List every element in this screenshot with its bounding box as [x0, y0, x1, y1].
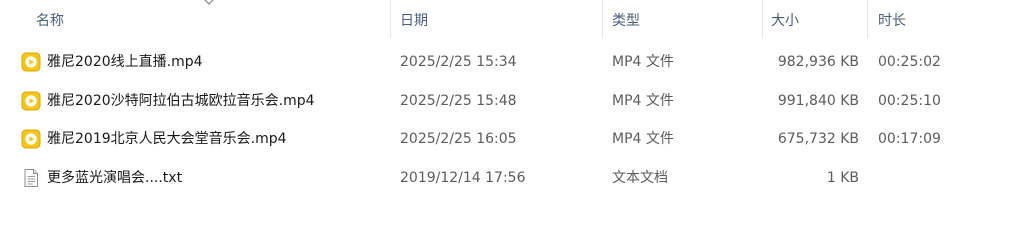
file-size: 675,732 KB — [777, 131, 859, 147]
file-name: 更多蓝光演唱会....txt — [47, 169, 183, 186]
sort-ascending-icon — [204, 0, 214, 5]
file-name: 雅尼2020线上直播.mp4 — [47, 54, 203, 70]
file-type: MP4 文件 — [612, 92, 674, 109]
file-type: 文本文档 — [612, 169, 668, 186]
file-date: 2025/2/25 16:05 — [400, 131, 517, 147]
column-header-date-label: 日期 — [400, 13, 428, 29]
video-file-icon — [21, 91, 41, 110]
text-file-icon — [24, 168, 38, 187]
video-file-icon — [21, 52, 41, 72]
file-explorer-details-view: 名称 日期 类型 大小 时长 雅尼2020线上直播.mp4 2025/2/25 … — [0, 0, 1024, 245]
column-header-name-label: 名称 — [36, 13, 64, 29]
file-type: MP4 文件 — [612, 54, 674, 70]
column-header-type[interactable]: 类型 — [603, 0, 763, 38]
file-row[interactable]: 雅尼2020线上直播.mp4 2025/2/25 15:34 MP4 文件 98… — [0, 43, 1024, 82]
file-name: 雅尼2020沙特阿拉伯古城欧拉音乐会.mp4 — [47, 92, 315, 109]
file-size: 991,840 KB — [777, 92, 859, 109]
file-size: 982,936 KB — [777, 54, 859, 70]
file-date: 2025/2/25 15:34 — [400, 54, 517, 70]
column-header-name[interactable]: 名称 — [0, 0, 391, 38]
column-header-date[interactable]: 日期 — [391, 0, 603, 38]
file-row[interactable]: 更多蓝光演唱会....txt 2019/12/14 17:56 文本文档 1 K… — [0, 159, 1024, 198]
file-type: MP4 文件 — [612, 131, 674, 147]
file-row[interactable]: 雅尼2020沙特阿拉伯古城欧拉音乐会.mp4 2025/2/25 15:48 M… — [0, 82, 1024, 121]
file-duration: 00:25:10 — [878, 92, 941, 109]
file-list: 雅尼2020线上直播.mp4 2025/2/25 15:34 MP4 文件 98… — [0, 43, 1024, 197]
file-date: 2025/2/25 15:48 — [400, 92, 517, 109]
column-header-size-label: 大小 — [771, 13, 799, 29]
column-header-bar: 名称 日期 类型 大小 时长 — [0, 0, 1024, 38]
file-duration: 00:25:02 — [878, 54, 941, 70]
file-date: 2019/12/14 17:56 — [400, 169, 526, 186]
file-name: 雅尼2019北京人民大会堂音乐会.mp4 — [47, 131, 287, 147]
video-file-icon — [21, 129, 41, 149]
column-header-duration-label: 时长 — [878, 13, 906, 29]
file-size: 1 KB — [826, 169, 859, 186]
file-duration: 00:17:09 — [878, 131, 941, 147]
column-header-duration[interactable]: 时长 — [868, 0, 1024, 38]
column-header-size[interactable]: 大小 — [763, 0, 868, 38]
file-row[interactable]: 雅尼2019北京人民大会堂音乐会.mp4 2025/2/25 16:05 MP4… — [0, 120, 1024, 159]
column-header-type-label: 类型 — [612, 13, 640, 29]
